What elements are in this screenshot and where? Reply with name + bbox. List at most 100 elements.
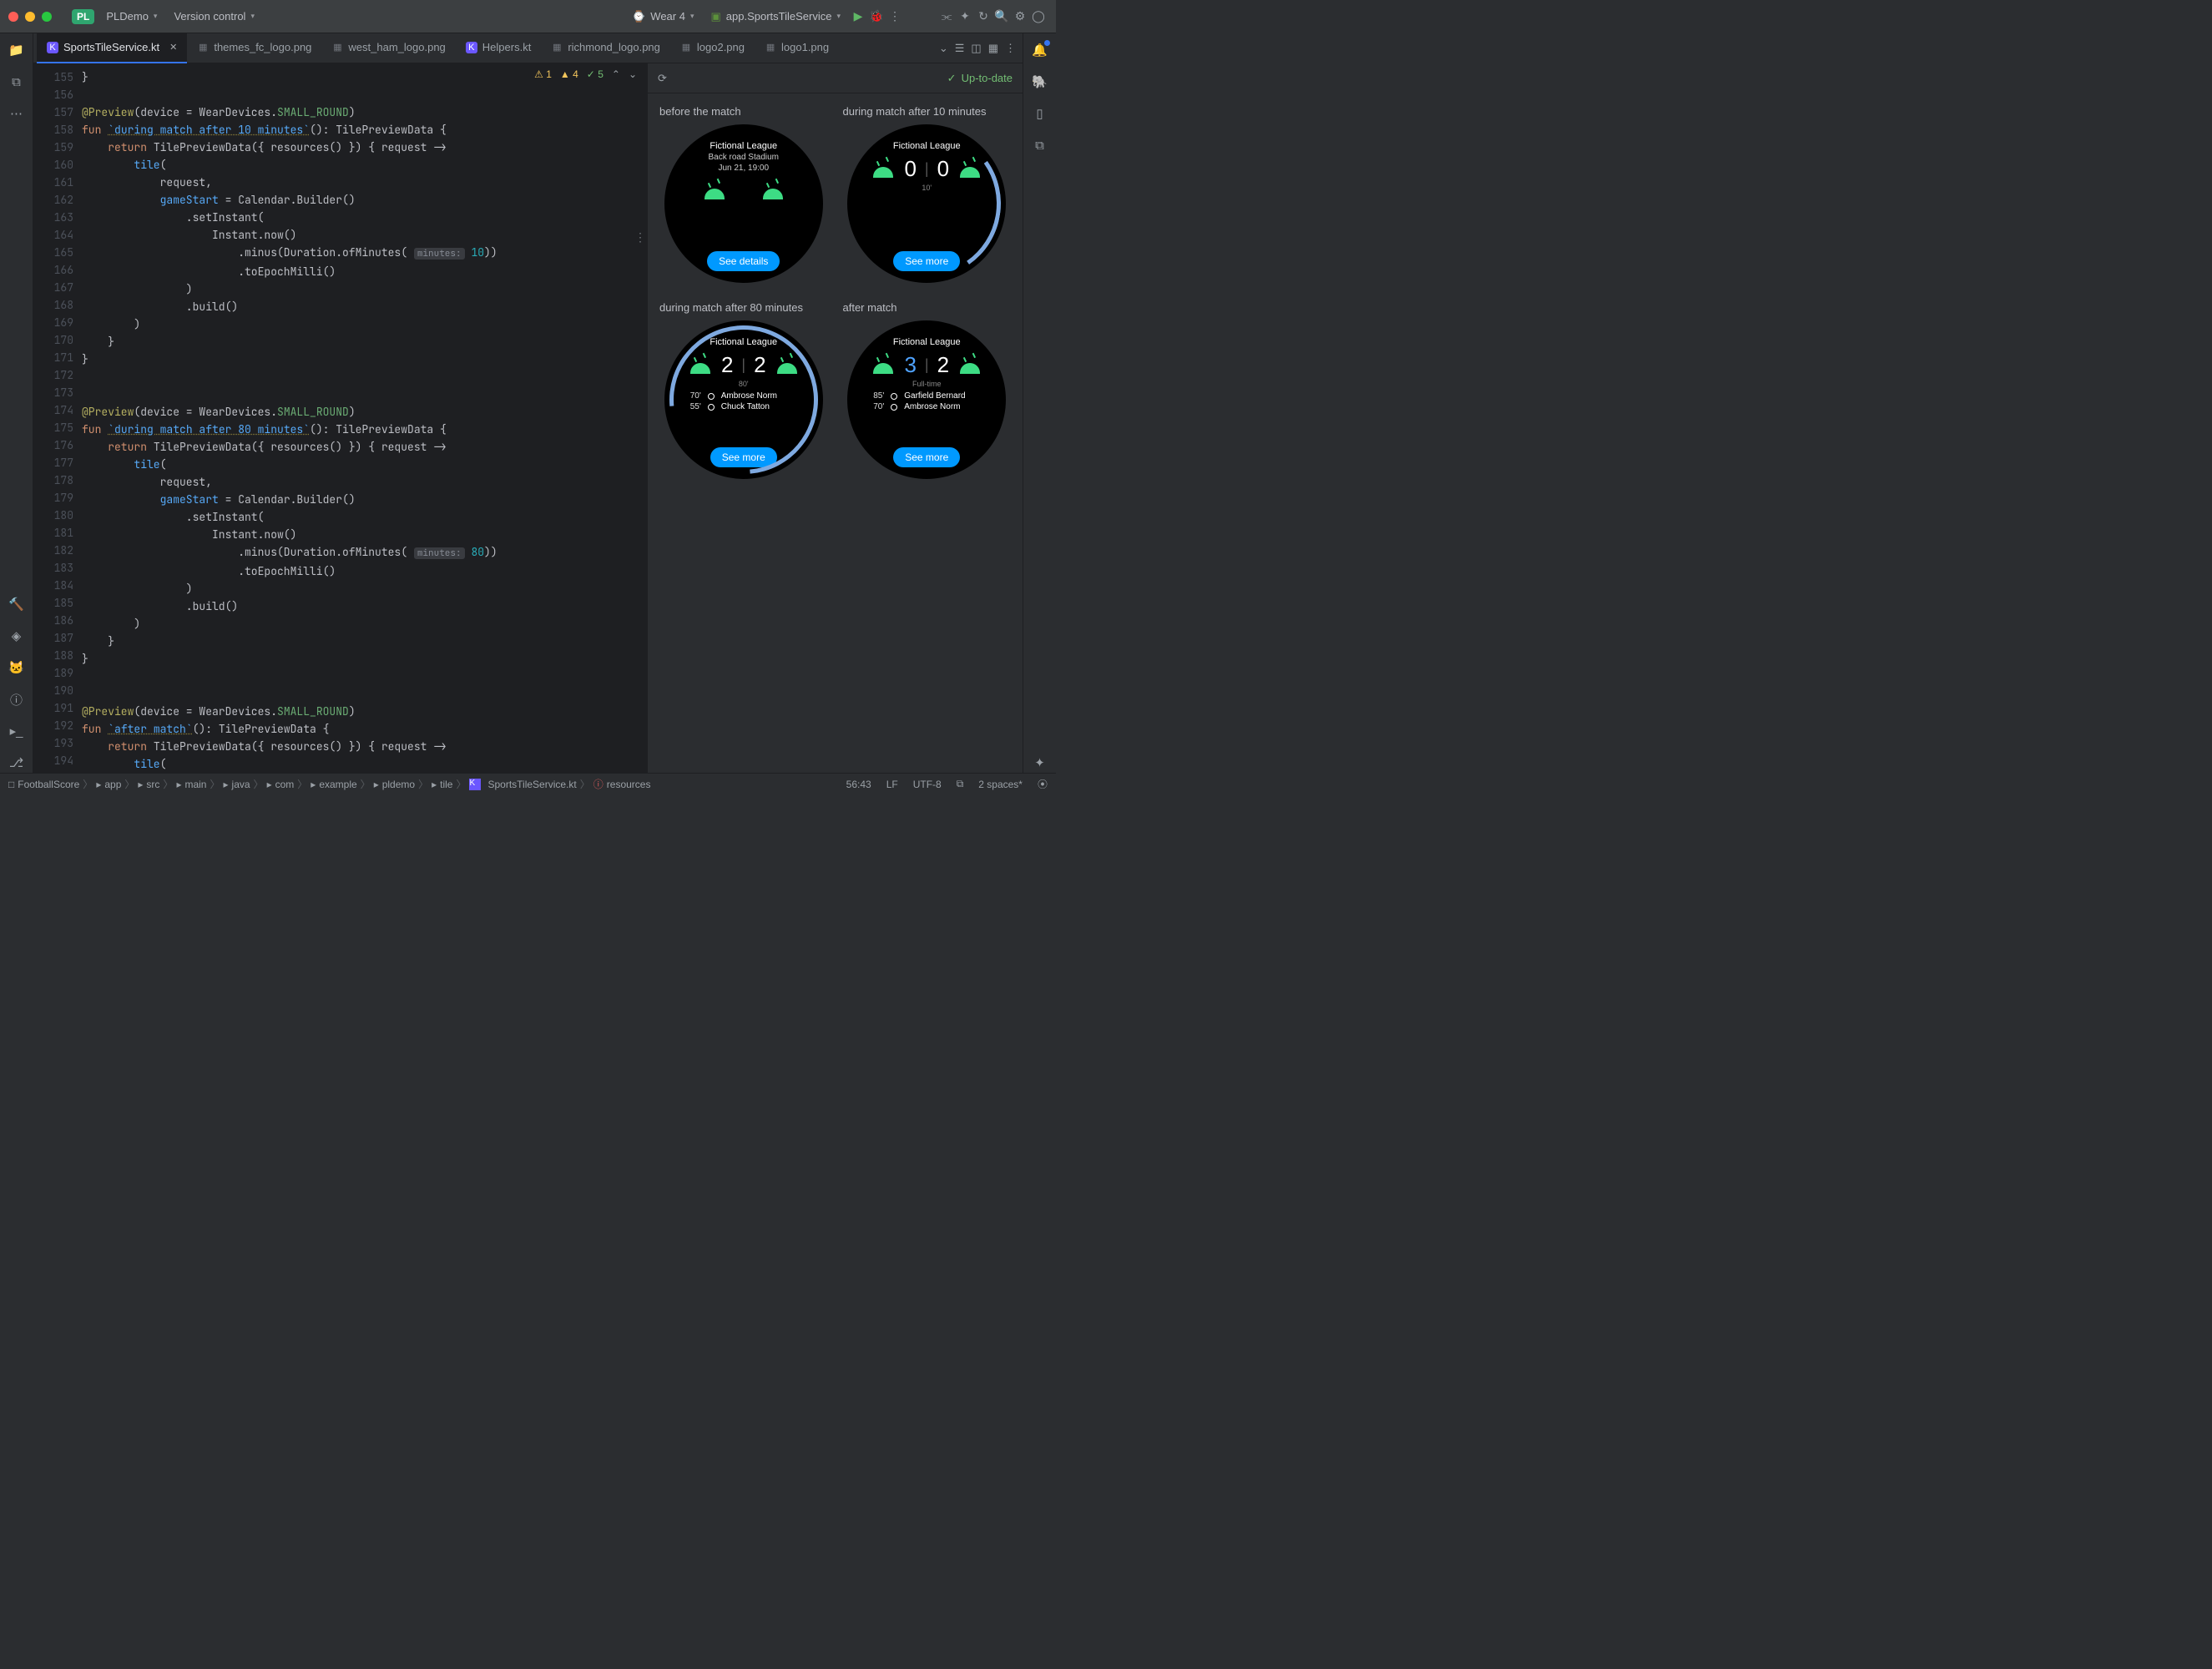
ai-assistant-icon[interactable]: ✦ xyxy=(1030,753,1050,773)
inspections-widget[interactable]: ⚠ 1 ▲ 4 ✓ 5 ⌃ ⌄ xyxy=(534,68,637,80)
readonly-toggle-icon[interactable]: ⧉ xyxy=(957,778,964,790)
code-area[interactable]: } @Preview(device = WearDevices.SMALL_RO… xyxy=(82,63,647,773)
more-actions[interactable]: ⋮ xyxy=(886,8,904,26)
tab-themes-logo[interactable]: ▦themes_fc_logo.png xyxy=(187,33,321,63)
watch-face[interactable]: Fictional League0|010'See more xyxy=(847,124,1006,283)
sync-icon[interactable]: ↻ xyxy=(974,8,992,26)
line-separator[interactable]: LF xyxy=(886,779,898,790)
breadcrumb-item[interactable]: FootballScore xyxy=(18,779,79,790)
watch-face[interactable]: Fictional League3|2Full-time85'Garfield … xyxy=(847,320,1006,479)
indent-settings[interactable]: 2 spaces* xyxy=(978,779,1023,790)
running-devices-icon[interactable]: ⧉ xyxy=(1030,135,1050,155)
emulator-tool-icon[interactable]: 🐱 xyxy=(7,658,27,678)
vcs-menu[interactable]: Version control ▾ xyxy=(165,10,263,23)
bookmarks-tool-icon[interactable]: ◈ xyxy=(7,626,27,646)
statusbar: □ FootballScore〉▸ app〉▸ src〉▸ main〉▸ jav… xyxy=(0,773,1056,794)
run-button[interactable]: ▶ xyxy=(849,8,867,26)
kotlin-file-icon: K xyxy=(47,42,58,53)
split-view-icon[interactable]: ◫ xyxy=(971,42,981,55)
watch-button[interactable]: See more xyxy=(710,447,777,467)
breadcrumb-item[interactable]: resources xyxy=(607,779,651,790)
design-view-icon[interactable]: ▦ xyxy=(988,42,998,55)
problems-tool-icon[interactable]: ⓘ xyxy=(7,689,27,709)
preview-cell: during match after 10 minutes Fictional L… xyxy=(843,105,1012,283)
gradle-icon[interactable]: 🐘 xyxy=(1030,72,1050,92)
breadcrumb-item[interactable]: src xyxy=(146,779,159,790)
chevron-down-icon: ▾ xyxy=(836,12,841,21)
terminal-tool-icon[interactable]: ▸_ xyxy=(7,721,27,741)
structure-tool-icon[interactable]: ⧉ xyxy=(7,72,27,92)
close-icon[interactable]: ✕ xyxy=(169,42,177,53)
watch-button[interactable]: See details xyxy=(707,251,780,271)
settings-icon[interactable]: ⚙ xyxy=(1011,8,1029,26)
kotlin-file-icon: K xyxy=(466,42,477,53)
breadcrumb-item[interactable]: main xyxy=(184,779,206,790)
preview-title: during match after 10 minutes xyxy=(843,105,1012,118)
tab-helpers[interactable]: KHelpers.kt xyxy=(456,33,542,63)
preview-title: before the match xyxy=(659,105,828,118)
breadcrumb-item[interactable]: app xyxy=(104,779,121,790)
debug-button[interactable]: 🐞 xyxy=(867,8,886,26)
maximize-window[interactable] xyxy=(42,12,52,22)
minimize-window[interactable] xyxy=(25,12,35,22)
tab-logo1[interactable]: ▦logo1.png xyxy=(755,33,839,63)
code-with-me-icon[interactable]: ⫘ xyxy=(937,8,956,26)
right-toolbar: 🔔 🐘 ▯ ⧉ ✦ xyxy=(1023,33,1056,773)
list-view-icon[interactable]: ☰ xyxy=(955,42,965,55)
refresh-preview-icon[interactable]: ⟳ xyxy=(658,72,667,85)
weak-warning-count: ✓ 5 xyxy=(587,68,604,80)
preview-panel: ⟳ ✓ Up-to-date before the match Fictional… xyxy=(647,63,1023,773)
tab-logo2[interactable]: ▦logo2.png xyxy=(670,33,755,63)
tab-options-icon[interactable]: ⋮ xyxy=(1005,42,1016,55)
run-config-selector[interactable]: ▣ app.SportsTileService ▾ xyxy=(702,10,849,23)
notifications-icon[interactable]: 🔔 xyxy=(1030,40,1050,60)
next-highlight[interactable]: ⌄ xyxy=(629,68,637,80)
breadcrumbs[interactable]: □ FootballScore〉▸ app〉▸ src〉▸ main〉▸ jav… xyxy=(8,777,650,791)
watch-button[interactable]: See more xyxy=(893,447,960,467)
prev-highlight[interactable]: ⌃ xyxy=(612,68,620,80)
tab-richmond[interactable]: ▦richmond_logo.png xyxy=(541,33,670,63)
memory-indicator-icon[interactable]: ⦿ xyxy=(1038,777,1048,791)
project-selector[interactable]: PL PLDemo ▾ xyxy=(63,9,165,24)
watch-button[interactable]: See more xyxy=(893,251,960,271)
preview-cell: after matchFictional League3|2Full-time8… xyxy=(843,301,1012,479)
watch-face[interactable]: Fictional League2|280'70'Ambrose Norm55'… xyxy=(664,320,823,479)
breadcrumb-item[interactable]: SportsTileService.kt xyxy=(487,779,576,790)
gutter[interactable]: 155 156 157 158 159 160 161 162 163 164 … xyxy=(33,63,82,773)
caret-position[interactable]: 56:43 xyxy=(846,779,871,790)
project-tool-icon[interactable]: 📁 xyxy=(7,40,27,60)
tab-sportstile[interactable]: K SportsTileService.kt ✕ xyxy=(37,33,187,63)
code-editor[interactable]: ⚠ 1 ▲ 4 ✓ 5 ⌃ ⌄ 155 156 157 158 159 160 … xyxy=(33,63,647,773)
breadcrumb-item[interactable]: java xyxy=(232,779,250,790)
left-toolbar: 📁 ⧉ ⋯ 🔨 ◈ 🐱 ⓘ ▸_ ⎇ xyxy=(0,33,33,773)
project-name: PLDemo xyxy=(106,10,149,23)
editor-tabs: K SportsTileService.kt ✕ ▦themes_fc_logo… xyxy=(33,33,1023,63)
more-tool-icon[interactable]: ⋯ xyxy=(7,103,27,124)
close-window[interactable] xyxy=(8,12,18,22)
account-icon[interactable]: ◯ xyxy=(1029,8,1048,26)
breadcrumb-item[interactable]: tile xyxy=(440,779,452,790)
preview-toolbar: ⟳ ✓ Up-to-date xyxy=(648,63,1023,93)
preview-cell: before the match Fictional LeagueBack roa… xyxy=(659,105,828,283)
image-file-icon: ▦ xyxy=(197,42,209,53)
splitter-handle[interactable]: ⋮⋮ xyxy=(643,230,647,245)
chevron-down-icon[interactable]: ⌄ xyxy=(939,42,948,55)
window-controls xyxy=(8,12,52,22)
inspections-icon[interactable]: ✦ xyxy=(956,8,974,26)
preview-grid: before the match Fictional LeagueBack roa… xyxy=(648,93,1023,773)
chevron-down-icon: ▾ xyxy=(690,12,694,21)
build-tool-icon[interactable]: 🔨 xyxy=(7,594,27,614)
breadcrumb-item[interactable]: pldemo xyxy=(382,779,415,790)
preview-title: during match after 80 minutes xyxy=(659,301,828,314)
warning-count: ▲ 4 xyxy=(560,68,578,80)
git-tool-icon[interactable]: ⎇ xyxy=(7,753,27,773)
watch-face[interactable]: Fictional LeagueBack road StadiumJun 21,… xyxy=(664,124,823,283)
search-icon[interactable]: 🔍 xyxy=(992,8,1011,26)
file-encoding[interactable]: UTF-8 xyxy=(913,779,942,790)
wear-icon: ⌚ xyxy=(632,10,645,23)
tab-westham[interactable]: ▦west_ham_logo.png xyxy=(321,33,455,63)
breadcrumb-item[interactable]: com xyxy=(275,779,295,790)
breadcrumb-item[interactable]: example xyxy=(319,779,356,790)
device-selector[interactable]: ⌚ Wear 4 ▾ xyxy=(624,10,702,23)
device-manager-icon[interactable]: ▯ xyxy=(1030,103,1050,124)
